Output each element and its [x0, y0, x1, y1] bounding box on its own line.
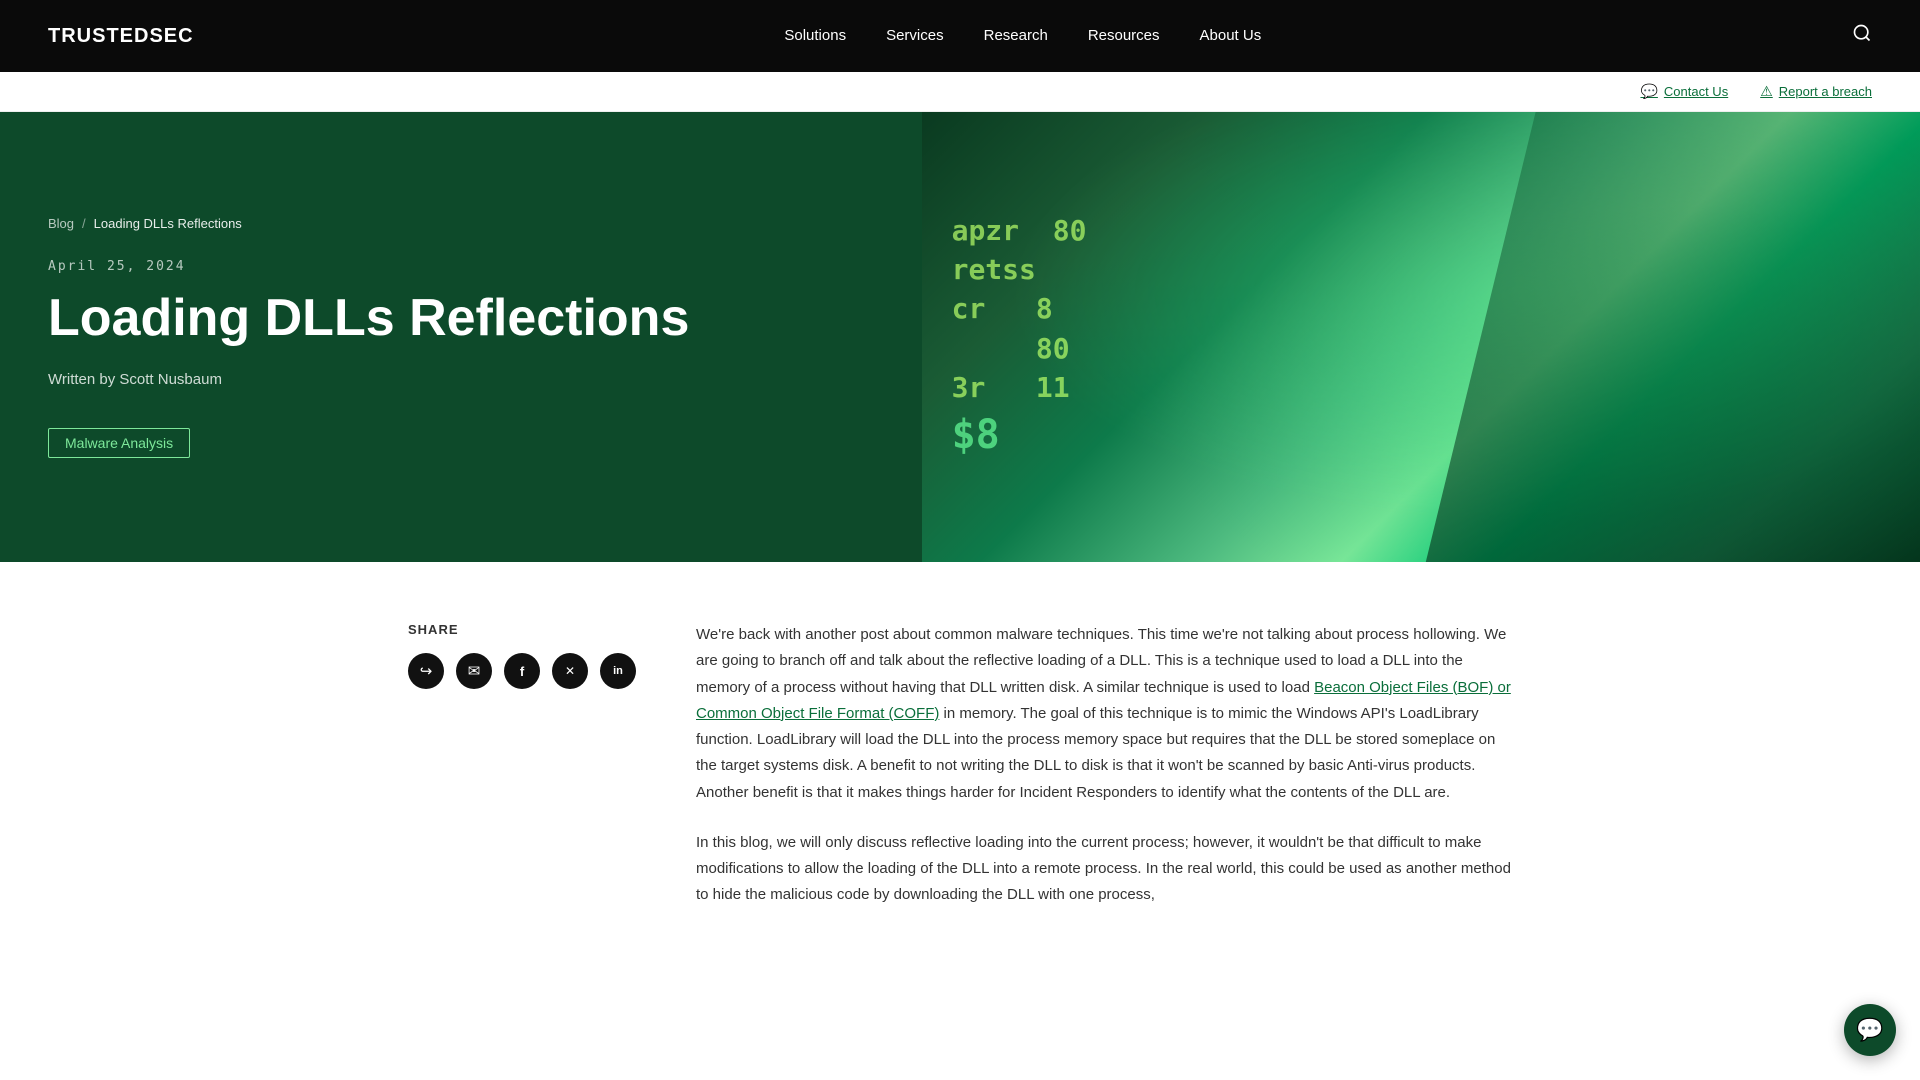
nav-item-about[interactable]: About Us — [1200, 27, 1262, 45]
nav-item-research[interactable]: Research — [984, 27, 1048, 45]
breadcrumb-separator: / — [82, 216, 86, 231]
share-linkedin-button[interactable]: in — [600, 653, 636, 689]
article-paragraph-2: In this blog, we will only discuss refle… — [696, 830, 1512, 909]
main-nav: TRUSTEDSEC Solutions Services Research R… — [0, 0, 1920, 72]
share-facebook-button[interactable]: f — [504, 653, 540, 689]
share-email-button[interactable]: ✉ — [456, 653, 492, 689]
article-author: Written by Scott Nusbaum — [48, 371, 874, 388]
nav-link-resources[interactable]: Resources — [1088, 27, 1160, 44]
chat-bubble-icon: 💬 — [1856, 1017, 1883, 1043]
nav-item-services[interactable]: Services — [886, 27, 944, 45]
share-label: Share — [408, 622, 636, 637]
brand-logo: TRUSTEDSEC — [48, 25, 194, 48]
nav-link-about[interactable]: About Us — [1200, 27, 1262, 44]
nav-links: Solutions Services Research Resources Ab… — [784, 27, 1261, 45]
search-icon[interactable] — [1852, 23, 1872, 49]
share-icons: ↪ ✉ f ✕ in — [408, 653, 636, 689]
breadcrumb-blog-link[interactable]: Blog — [48, 216, 74, 231]
breadcrumb-current-page: Loading DLLs Reflections — [94, 216, 242, 231]
share-column: Share ↪ ✉ f ✕ in — [408, 622, 636, 933]
hero-content: Blog / Loading DLLs Reflections April 25… — [0, 112, 922, 562]
article-section: Share ↪ ✉ f ✕ in We're back with another… — [360, 562, 1560, 993]
report-breach-link[interactable]: ⚠ Report a breach — [1760, 83, 1872, 100]
article-title: Loading DLLs Reflections — [48, 290, 874, 347]
hero-section: Blog / Loading DLLs Reflections April 25… — [0, 112, 1920, 562]
secondary-bar: 💬 Contact Us ⚠ Report a breach — [0, 72, 1920, 112]
nav-item-solutions[interactable]: Solutions — [784, 27, 846, 45]
article-body: We're back with another post about commo… — [696, 622, 1512, 933]
hero-image: apzr 80 retss cr 8 80 3r 11 $8 — [922, 112, 1920, 562]
chat-icon: 💬 — [1640, 83, 1657, 100]
contact-us-link[interactable]: 💬 Contact Us — [1640, 83, 1728, 100]
nav-link-solutions[interactable]: Solutions — [784, 27, 846, 44]
malware-analysis-tag[interactable]: Malware Analysis — [48, 428, 190, 458]
bof-coff-link[interactable]: Beacon Object Files (BOF) or Common Obje… — [696, 679, 1511, 722]
article-paragraph-1: We're back with another post about commo… — [696, 622, 1512, 806]
share-x-button[interactable]: ✕ — [552, 653, 588, 689]
nav-item-resources[interactable]: Resources — [1088, 27, 1160, 45]
alert-icon: ⚠ — [1760, 83, 1773, 100]
chat-bubble-button[interactable]: 💬 — [1844, 1004, 1896, 1056]
breadcrumb: Blog / Loading DLLs Reflections — [48, 216, 874, 231]
nav-link-research[interactable]: Research — [984, 27, 1048, 44]
nav-link-services[interactable]: Services — [886, 27, 944, 44]
share-forward-button[interactable]: ↪ — [408, 653, 444, 689]
article-date: April 25, 2024 — [48, 259, 874, 274]
